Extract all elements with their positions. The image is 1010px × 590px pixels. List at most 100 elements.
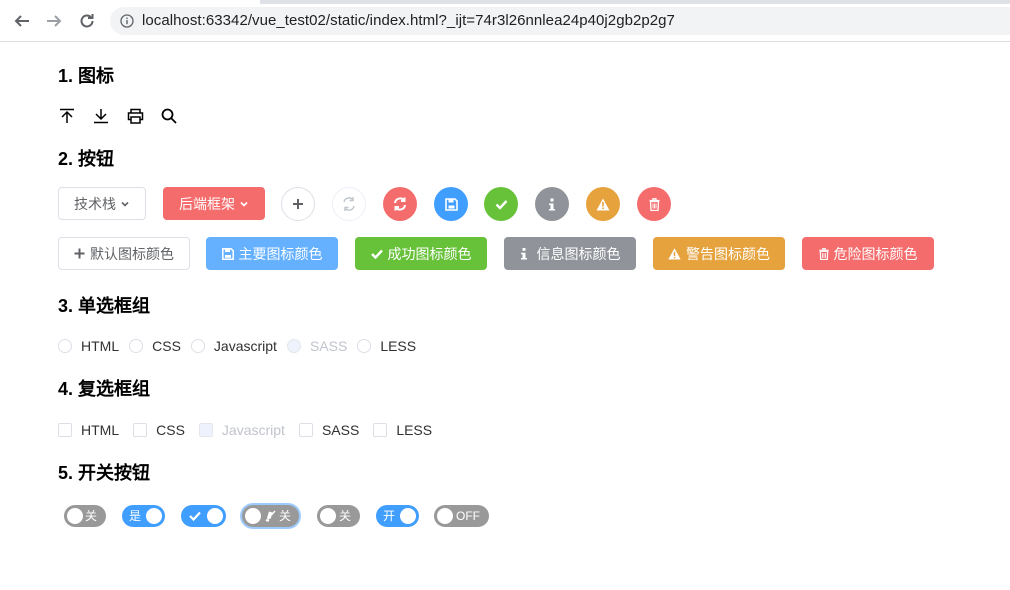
browser-toolbar: localhost:63342/vue_test02/static/index.… [0,0,1010,42]
radio-circle[interactable] [129,339,144,353]
switch-yes[interactable]: 是 [122,505,165,527]
primary-icon-button[interactable]: 主要图标颜色 [206,237,338,270]
warning-icon-button-label: 警告图标颜色 [686,245,770,262]
switch-text: 关 [279,509,292,523]
radio-label: SASS [309,338,348,354]
radio-label: LESS [380,338,417,354]
switch-off-en[interactable]: OFF [434,505,489,527]
check-icon [495,199,507,210]
switch-text: OFF [456,509,480,523]
info-icon-button-label: 信息图标颜色 [536,245,621,262]
radio-sass: SASS [286,338,348,354]
trash-icon [649,197,659,211]
download-icon [92,107,110,125]
success-icon-button[interactable]: 成功图标颜色 [355,237,487,270]
checkbox-square[interactable] [58,423,72,437]
backend-label: 后端框架 [179,195,235,212]
url-text: localhost:63342/vue_test02/static/index.… [142,12,675,29]
section-heading-switches: 5. 开关按钮 [58,463,151,483]
plus-icon [74,248,85,259]
radio-javascript[interactable]: Javascript [190,338,277,354]
upload-to-top-icon [58,107,76,125]
arrow-right-icon [47,15,62,27]
switch-knob [67,508,83,524]
section-heading-radios: 3. 单选框组 [58,296,151,316]
radio-label: HTML [81,338,120,354]
warning-icon-button[interactable]: 警告图标颜色 [653,237,785,270]
default-icon-button[interactable]: 默认图标颜色 [58,237,190,270]
warning-icon [668,247,681,259]
switch-check[interactable] [181,505,226,527]
warning-icon [596,198,610,210]
checkbox-less[interactable]: LESS [373,422,432,438]
section-heading-buttons: 2. 按钮 [58,149,115,169]
switch-knob [245,508,261,524]
switch-knob [437,508,453,524]
printer-icon [126,107,144,125]
mute-icon [265,510,276,522]
radio-circle[interactable] [58,339,72,353]
address-bar[interactable]: localhost:63342/vue_test02/static/index.… [110,7,1010,35]
reload-icon [80,14,94,28]
forward-button[interactable] [44,11,64,31]
checkbox-label: HTML [81,422,120,438]
round-sync-button[interactable] [383,187,417,221]
switch-knob [146,508,162,524]
success-icon-button-label: 成功图标颜色 [387,245,472,262]
round-warning-button[interactable] [586,187,620,221]
round-plus-button[interactable] [281,187,315,221]
check-icon [189,511,201,522]
round-delete-button[interactable] [637,187,671,221]
switch-text: 开 [383,509,396,523]
radio-less[interactable]: LESS [357,338,416,354]
checkbox-label: CSS [156,422,185,438]
radio-html[interactable]: HTML [58,338,119,354]
radio-circle[interactable] [190,339,205,353]
switch-text: 关 [85,509,98,523]
primary-icon-button-label: 主要图标颜色 [238,245,323,262]
round-info-button[interactable] [535,187,569,221]
icon-row [58,106,178,126]
checkbox-label: SASS [321,422,360,438]
info-icon-button[interactable]: 信息图标颜色 [504,237,636,270]
switch-knob [320,508,336,524]
tech-stack-label: 技术栈 [74,195,116,212]
search-icon [160,107,178,125]
checkbox-label: Javascript [221,422,285,438]
switch-off-2[interactable]: 关 [317,505,360,527]
section-heading-icons: 1. 图标 [58,66,115,86]
back-button[interactable] [12,11,32,31]
checkbox-square[interactable] [133,423,148,437]
sync-icon [394,197,406,211]
switch-text: 是 [129,509,142,523]
reload-button[interactable] [77,11,97,31]
round-check-button[interactable] [484,187,518,221]
info-icon[interactable] [120,14,134,28]
round-save-button[interactable] [434,187,468,221]
radio-circle[interactable] [357,339,372,353]
info-icon [549,198,555,210]
radio-css[interactable]: CSS [129,338,181,354]
save-icon [444,197,458,211]
checkbox-sass[interactable]: SASS [298,422,360,438]
refresh-icon [343,197,355,211]
radio-label: CSS [152,338,181,354]
checkbox-square[interactable] [373,423,388,437]
switch-mute[interactable]: 关 [242,505,299,527]
danger-icon-button[interactable]: 危险图标颜色 [802,237,934,270]
backend-dropdown[interactable]: 后端框架 [163,187,265,220]
checkbox-square[interactable] [298,423,313,437]
radio-label: Javascript [213,338,277,354]
switch-knob [400,508,416,524]
danger-icon-button-label: 危险图标颜色 [833,245,918,262]
checkbox-html[interactable]: HTML [58,422,119,438]
switch-on[interactable]: 开 [376,505,419,527]
radio-circle [286,339,301,353]
switch-off-1[interactable]: 关 [64,505,106,527]
chevron-down-icon [121,201,129,207]
round-refresh-button[interactable] [332,187,366,221]
tech-stack-dropdown[interactable]: 技术栈 [58,187,146,220]
active-tab[interactable] [0,0,260,4]
checkbox-css[interactable]: CSS [133,422,185,438]
checkbox-square [198,423,213,437]
